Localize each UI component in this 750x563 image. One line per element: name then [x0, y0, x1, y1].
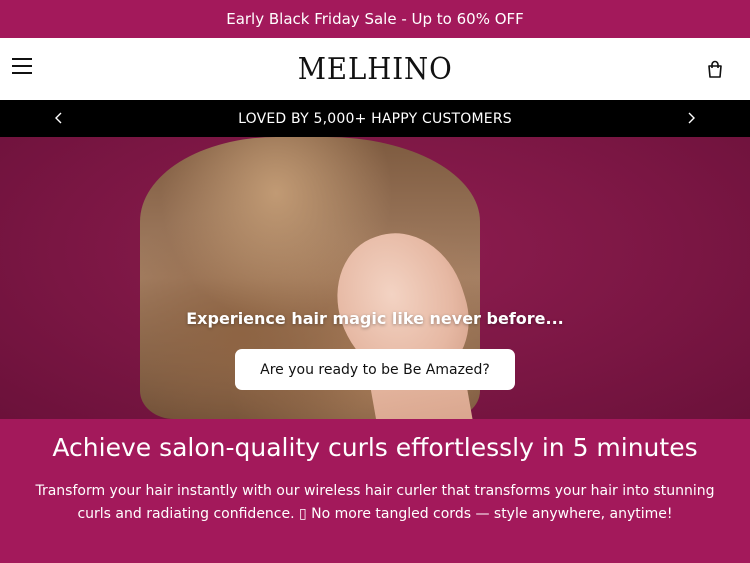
promo-description: Transform your hair instantly with our w… — [35, 483, 715, 522]
shopping-bag-icon[interactable] — [706, 60, 724, 78]
announcement-bar: Early Black Friday Sale - Up to 60% OFF — [0, 0, 750, 38]
hero-tagline: Experience hair magic like never before.… — [186, 309, 564, 328]
brand-logo[interactable]: MELHINO — [298, 52, 453, 87]
chevron-left-icon[interactable] — [52, 111, 66, 125]
promo-section: Achieve salon-quality curls effortlessly… — [0, 419, 750, 563]
chevron-right-icon[interactable] — [684, 111, 698, 125]
testimonial-carousel: LOVED BY 5,000+ HAPPY CUSTOMERS — [0, 100, 750, 137]
promo-title: Achieve salon-quality curls effortlessly… — [52, 433, 698, 462]
cta-button[interactable]: Are you ready to be Be Amazed? — [235, 349, 515, 390]
site-header: MELHINO — [0, 38, 750, 100]
hamburger-menu-icon[interactable] — [12, 58, 34, 78]
carousel-text: LOVED BY 5,000+ HAPPY CUSTOMERS — [238, 110, 512, 127]
hero-banner: Experience hair magic like never before.… — [0, 137, 750, 419]
announcement-text: Early Black Friday Sale - Up to 60% OFF — [226, 10, 524, 28]
